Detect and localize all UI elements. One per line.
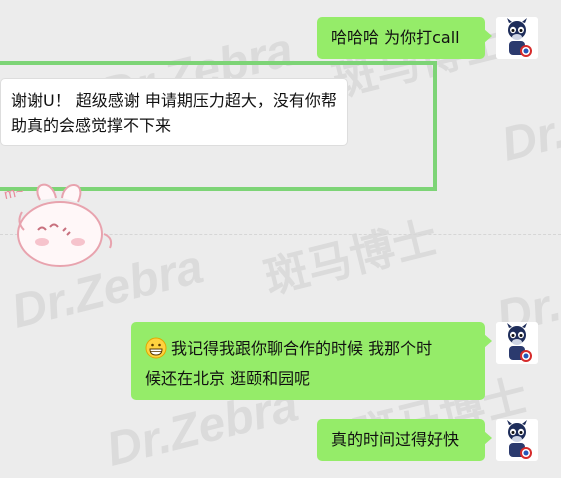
avatar[interactable]	[496, 17, 538, 59]
message-bubble-sent[interactable]: 哈哈哈 为你打call	[317, 17, 492, 59]
watermark-text: Dr.Zebra	[496, 73, 561, 172]
message-bubble-sent[interactable]: 真的时间过得好快	[317, 419, 492, 461]
message-text: 我记得我跟你聊合作的时候 我那个时	[171, 339, 433, 358]
grinning-face-emoji	[145, 337, 167, 366]
zebra-avatar-icon	[496, 419, 538, 461]
sticker-text: m~	[2, 182, 25, 202]
watermark-text: 斑马博士	[259, 213, 443, 304]
message-line: 我记得我跟你聊合作的时候 我那个时	[145, 336, 471, 366]
zebra-avatar-icon	[496, 322, 538, 364]
message-text: 候还在北京 逛颐和园呢	[145, 369, 311, 388]
avatar[interactable]	[496, 322, 538, 364]
message-text: 真的时间过得好快	[331, 430, 460, 449]
rabbit-sticker[interactable]: m~	[0, 172, 140, 282]
avatar[interactable]	[496, 419, 538, 461]
message-text: 哈哈哈 为你打call	[331, 28, 460, 47]
message-line: 候还在北京 逛颐和园呢	[145, 366, 471, 391]
zebra-avatar-icon	[496, 17, 538, 59]
message-bubble-sent[interactable]: 我记得我跟你聊合作的时候 我那个时 候还在北京 逛颐和园呢	[131, 322, 492, 400]
rabbit-sticker-icon: m~	[2, 182, 113, 267]
